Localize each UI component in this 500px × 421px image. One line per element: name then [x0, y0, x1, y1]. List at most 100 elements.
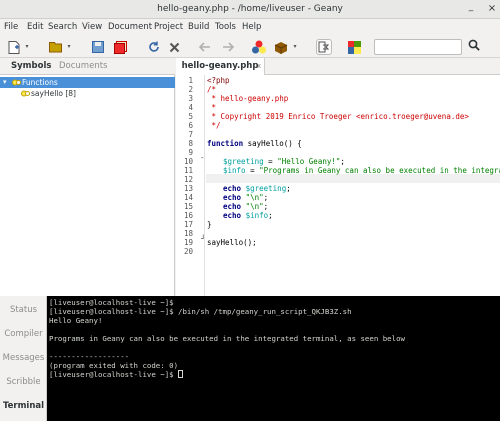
line-number: 15 — [183, 202, 193, 211]
menu-view[interactable]: View — [82, 22, 102, 32]
open-file-icon[interactable] — [48, 39, 64, 55]
code-line: * Copyright 2019 Enrico Troeger <enrico.… — [207, 112, 469, 121]
search-input[interactable] — [374, 39, 462, 55]
close-window-button[interactable]: × — [486, 3, 498, 15]
window-title: hello-geany.php - /home/liveuser - Geany — [157, 4, 343, 14]
line-number: 9 — [188, 148, 193, 157]
line-number: 20 — [183, 247, 193, 256]
code-line: * — [207, 103, 217, 112]
keyword: echo — [223, 211, 242, 220]
compile-icon[interactable] — [251, 39, 267, 55]
color-chooser-icon[interactable] — [346, 39, 362, 55]
back-icon[interactable] — [197, 39, 213, 55]
code-text: ; — [286, 184, 291, 193]
code-text: = — [245, 166, 260, 175]
save-all-icon[interactable] — [112, 39, 128, 55]
line-number: 19 — [183, 238, 193, 247]
menu-help[interactable]: Help — [242, 22, 261, 32]
code-line: echo $info; — [223, 211, 273, 220]
toolbar: ▾ ▾ ▾ — [0, 36, 500, 58]
execute-icon[interactable] — [316, 39, 332, 55]
search-icon[interactable] — [466, 39, 482, 55]
terminal[interactable]: [liveuser@localhost-live ~]$ [liveuser@l… — [47, 296, 500, 421]
current-line-highlight — [206, 174, 500, 183]
line-number: 1 — [188, 76, 193, 85]
terminal-line: Programs in Geany can also be executed i… — [49, 334, 405, 343]
code-line: sayHello(); — [207, 238, 257, 247]
line-number: 14 — [183, 193, 193, 202]
code-line: <?php — [207, 76, 230, 85]
fold-marker-start-icon[interactable]: - — [201, 155, 204, 162]
tab-terminal[interactable]: Terminal — [0, 401, 47, 411]
forward-icon[interactable] — [220, 39, 236, 55]
tree-item-functions[interactable]: ▾ Functions — [0, 77, 175, 88]
code-line: function sayHello() { — [207, 139, 302, 148]
save-icon[interactable] — [90, 39, 106, 55]
tree-item-label: Functions — [22, 78, 58, 87]
line-number: 4 — [188, 103, 193, 112]
new-file-icon[interactable] — [6, 39, 22, 55]
terminal-line: Hello Geany! — [49, 316, 103, 325]
variable: $info — [223, 166, 246, 175]
fold-marker-end-icon: ┘ — [201, 235, 206, 243]
tab-symbols[interactable]: Symbols — [11, 61, 51, 71]
code-line: */ — [207, 121, 221, 130]
code-line: echo "\n"; — [223, 193, 268, 202]
function-icon — [21, 90, 30, 97]
code-text: ; — [268, 211, 273, 220]
code-line: /* — [207, 85, 217, 94]
tab-documents[interactable]: Documents — [59, 61, 107, 71]
tab-scribble[interactable]: Scribble — [0, 377, 47, 387]
keyword: function — [207, 139, 244, 148]
functions-icon — [12, 79, 21, 86]
terminal-prompt-line: [liveuser@localhost-live ~]$ — [49, 370, 184, 379]
tab-hello-geany[interactable]: hello-geany.php x — [176, 58, 265, 75]
editor: hello-geany.php x 1 2 3 4 5 6 7 8 9 10 1… — [176, 58, 500, 296]
build-icon[interactable] — [273, 39, 289, 55]
terminal-line: [liveuser@localhost-live ~]$ — [49, 298, 174, 307]
code-text: = — [263, 157, 278, 166]
expander-icon[interactable]: ▾ — [3, 77, 7, 88]
menu-file[interactable]: File — [4, 22, 18, 32]
tree-item-label: sayHello [8] — [31, 89, 76, 98]
tab-compiler[interactable]: Compiler — [0, 329, 47, 339]
close-tab-icon[interactable]: x — [257, 58, 261, 75]
reload-icon[interactable] — [146, 39, 162, 55]
message-window-tabs: Status Compiler Messages Scribble Termin… — [0, 296, 47, 421]
code-line: } — [207, 220, 212, 229]
variable: $greeting — [241, 184, 287, 193]
tree-item-sayhello[interactable]: sayHello [8] — [0, 88, 175, 99]
code-text: sayHello() { — [243, 139, 302, 148]
keyword: echo — [223, 202, 242, 211]
line-number: 17 — [183, 220, 193, 229]
string: "\n" — [241, 193, 264, 202]
code-text: ; — [263, 193, 269, 202]
line-number: 3 — [188, 94, 193, 103]
build-dropdown-icon[interactable]: ▾ — [291, 39, 299, 55]
menu-bar: File Edit Search View Document Project B… — [0, 19, 500, 36]
line-number: 10 — [183, 157, 193, 166]
open-file-dropdown-icon[interactable]: ▾ — [65, 39, 73, 55]
sidebar-tabs: Symbols Documents — [0, 58, 175, 75]
tab-status[interactable]: Status — [0, 305, 47, 315]
string: "Hello Geany!" — [277, 157, 341, 166]
string: "Programs in Geany can also be executed … — [259, 166, 500, 175]
menu-tools[interactable]: Tools — [215, 22, 236, 32]
line-number: 2 — [188, 85, 193, 94]
menu-document[interactable]: Document — [108, 22, 152, 32]
line-number: 13 — [183, 184, 193, 193]
title-bar: hello-geany.php - /home/liveuser - Geany… — [0, 0, 500, 19]
string: "\n" — [241, 202, 264, 211]
line-number: 18 — [183, 229, 193, 238]
menu-edit[interactable]: Edit — [27, 22, 43, 32]
menu-build[interactable]: Build — [188, 22, 209, 32]
tab-messages[interactable]: Messages — [0, 353, 47, 363]
terminal-line: (program exited with code: 0) — [49, 361, 179, 370]
line-number: 7 — [188, 130, 193, 139]
terminal-prompt: [liveuser@localhost-live ~]$ — [49, 370, 174, 379]
menu-project[interactable]: Project — [154, 22, 183, 32]
close-file-icon[interactable] — [166, 39, 182, 55]
menu-search[interactable]: Search — [48, 22, 77, 32]
minimize-button[interactable]: _ — [466, 3, 476, 14]
new-file-dropdown-icon[interactable]: ▾ — [23, 39, 31, 55]
